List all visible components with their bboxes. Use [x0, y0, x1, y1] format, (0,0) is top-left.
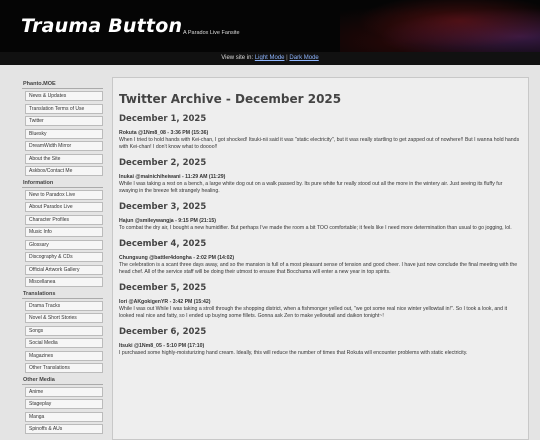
banner-artwork [340, 0, 540, 52]
sidebar-item-news-updates[interactable]: News & Updates [25, 91, 103, 101]
tweet-header: Iori @AKgokigenYR - 3:42 PM (15:42) [119, 299, 211, 306]
sidebar-item-bluesky[interactable]: Bluesky [25, 128, 103, 139]
page-title: Twitter Archive - December 2025 [119, 92, 342, 106]
sidebar-item-songs[interactable]: Songs [25, 325, 103, 336]
site-subtitle: A Paradox Live Fansite [183, 30, 240, 36]
sidebar-item-official-artwork-gallery[interactable]: Official Artwork Gallery [25, 264, 103, 275]
day-heading: December 6, 2025 [119, 327, 207, 338]
sidebar-item-music-info[interactable]: Music Info [25, 227, 103, 237]
archive-day: December 1, 2025 Rokuta @1Nm8_08 - 3:36 P… [119, 114, 522, 151]
sidebar-item-miscellanea[interactable]: Miscellanea [25, 277, 103, 287]
sidebar-item-askbox-contact-me[interactable]: Askbox/Contact Me [25, 166, 103, 176]
tweet-header: Inukai @mainichiheiwani - 11:29 AM (11:2… [119, 174, 226, 181]
archive-days: December 1, 2025 Rokuta @1Nm8_08 - 3:36 P… [119, 114, 522, 357]
day-heading: December 2, 2025 [119, 158, 207, 169]
main-content: Twitter Archive - December 2025 December… [112, 77, 529, 440]
day-heading: December 3, 2025 [119, 202, 207, 213]
dark-mode-link[interactable]: Dark Mode [289, 55, 318, 61]
day-heading: December 1, 2025 [119, 114, 207, 124]
tweet-header: Hajun @smileywangja - 9:15 PM (21:15) [119, 218, 217, 225]
sidebar-item-social-media[interactable]: Social Media [25, 338, 103, 348]
sidebar-item-manga[interactable]: Manga [25, 411, 103, 422]
sidebar-item-novel-short-stories[interactable]: Novel & Short Stories [25, 313, 103, 323]
sidebar-section-information: Information New to Paradox Live About Para… [22, 179, 103, 287]
view-mode-bar: View site in: Light Mode | Dark Mode [0, 52, 540, 65]
archive-day: December 2, 2025 Inukai @mainichiheiwani … [119, 158, 522, 195]
tweet-text: The celebration is a scant three days aw… [119, 262, 518, 276]
sidebar-section-title: Information [22, 179, 103, 188]
archive-day: December 4, 2025 Chungsung @battler4dongh… [119, 239, 522, 276]
sidebar-item-translation-terms-of-use[interactable]: Translation Terms of Use [25, 103, 103, 114]
sidebar-item-anime[interactable]: Anime [25, 386, 103, 397]
site-banner: Trauma Button A Paradox Live Fansite [0, 0, 540, 52]
sidebar-section-title: Other Media [22, 376, 103, 385]
sidebar-item-about-paradox-live[interactable]: About Paradox Live [25, 202, 103, 212]
archive-day: December 5, 2025 Iori @AKgokigenYR - 3:42… [119, 283, 522, 320]
sidebar-item-discography-cds[interactable]: Discography & CDs [25, 252, 103, 262]
light-mode-link[interactable]: Light Mode [255, 55, 285, 61]
sidebar-item-magazines[interactable]: Magazines [25, 350, 103, 361]
sidebar-item-character-profiles[interactable]: Character Profiles [25, 214, 103, 225]
sidebar: Phanto.MOE News & Updates Translation Term… [22, 80, 103, 437]
sidebar-item-new-to-paradox-live[interactable]: New to Paradox Live [25, 189, 103, 200]
sidebar-item-twitter[interactable]: Twitter [25, 116, 103, 126]
day-heading: December 5, 2025 [119, 283, 207, 294]
sidebar-item-stageplay[interactable]: Stageplay [25, 399, 103, 409]
tweet-header: Chungsung @battler4dongha - 2:02 PM (14:… [119, 255, 235, 262]
tweet-text: When I tried to hold hands with Kei-chan… [119, 137, 520, 151]
sidebar-item-drama-tracks[interactable]: Drama Tracks [25, 300, 103, 311]
tweet-text: While I was out While I was taking a str… [119, 306, 508, 320]
sidebar-section-title: Phanto.MOE [22, 80, 103, 89]
tweet-header: Itsuki @1Nm8_05 - 5:10 PM (17:10) [119, 343, 205, 350]
view-mode-separator: | [286, 55, 288, 61]
sidebar-item-glossary[interactable]: Glossary [25, 239, 103, 250]
tweet-text: To combat the dry air, I bought a new hu… [119, 225, 512, 232]
tweet-text: I purchased some highly-moisturizing han… [119, 350, 468, 357]
sidebar-section-phanto-moe: Phanto.MOE News & Updates Translation Term… [22, 80, 103, 176]
sidebar-item-dreamwidth-mirror[interactable]: DreamWidth Mirror [25, 141, 103, 151]
sidebar-item-spinoffs-aus[interactable]: Spinoffs & AUs [25, 424, 103, 434]
site-title[interactable]: Trauma Button [21, 15, 182, 37]
sidebar-section-title: Translations [22, 290, 103, 299]
sidebar-item-about-the-site[interactable]: About the Site [25, 153, 103, 164]
view-mode-label: View site in: [221, 55, 254, 61]
archive-day: December 6, 2025 Itsuki @1Nm8_05 - 5:10 P… [119, 327, 522, 357]
sidebar-section-translations: Translations Drama Tracks Novel & Short St… [22, 290, 103, 373]
day-heading: December 4, 2025 [119, 239, 207, 250]
tweet-text: While I was taking a rest on a bench, a … [119, 181, 503, 195]
sidebar-item-other-translations[interactable]: Other Translations [25, 363, 103, 373]
tweet-header: Rokuta @1Nm8_08 - 3:36 PM (15:36) [119, 130, 209, 136]
archive-day: December 3, 2025 Hajun @smileywangja - 9:… [119, 202, 522, 232]
